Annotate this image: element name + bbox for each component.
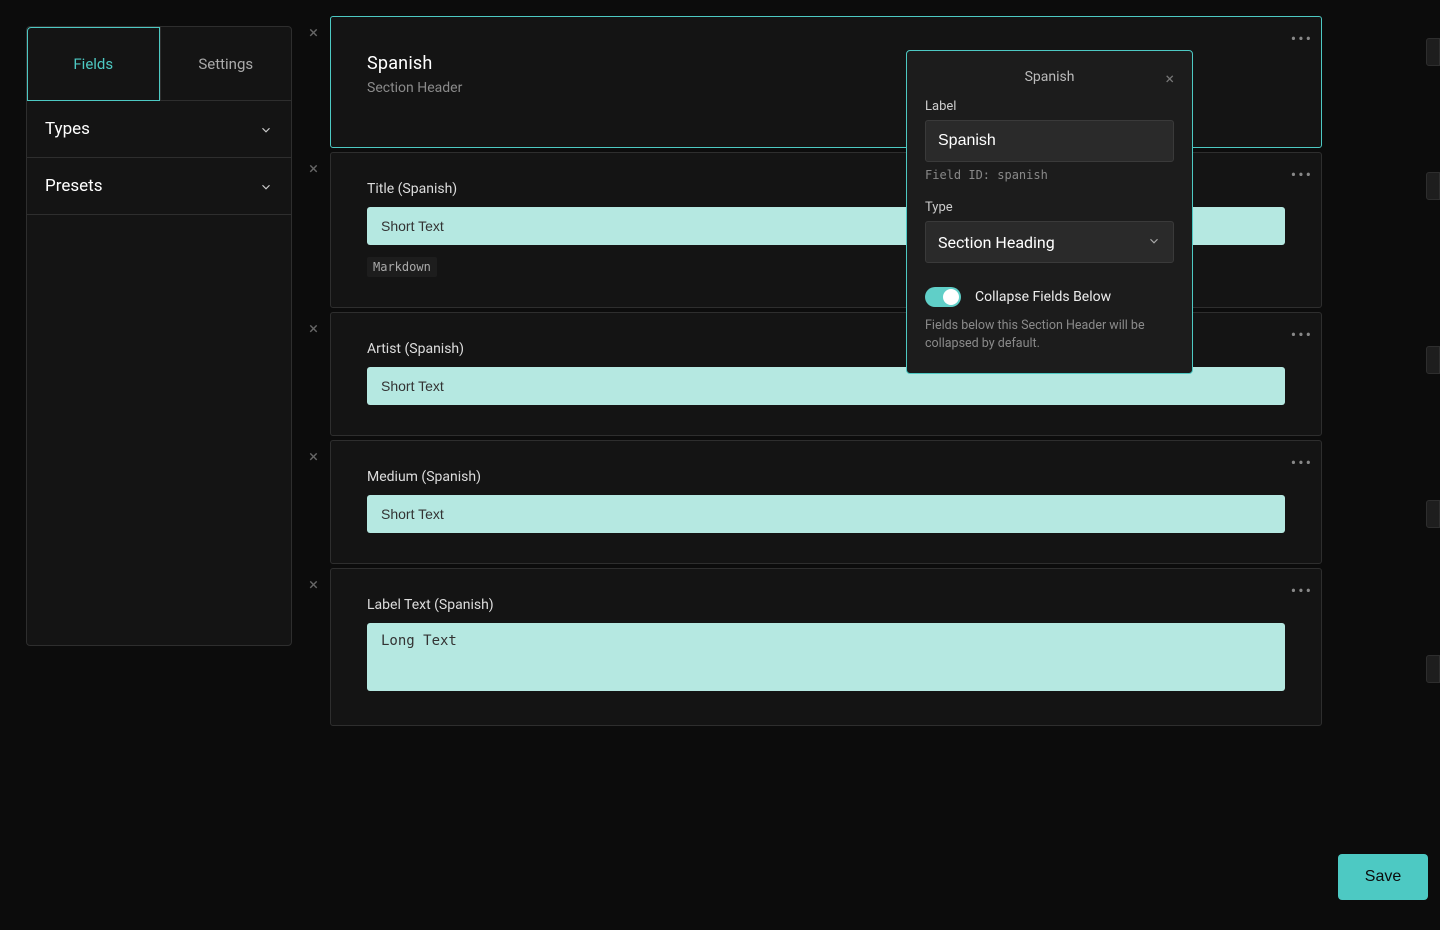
sidebar: Fields Settings Types Presets	[26, 26, 292, 646]
close-icon[interactable]: ×	[309, 449, 318, 466]
popover-label-label: Label	[925, 99, 1174, 114]
type-select-value: Section Heading	[938, 233, 1055, 252]
close-icon[interactable]: ×	[309, 577, 318, 594]
field-id-hint: Field ID: spanish	[925, 168, 1174, 182]
section-header-popover: Spanish × Label Field ID: spanish Type S…	[906, 50, 1193, 374]
collapse-toggle-label: Collapse Fields Below	[975, 289, 1111, 305]
popover-type-label: Type	[925, 200, 1174, 215]
popover-title-text: Spanish	[1025, 69, 1075, 85]
accordion-types[interactable]: Types	[27, 101, 291, 158]
chevron-down-icon	[259, 122, 273, 136]
markdown-badge: Markdown	[367, 257, 437, 277]
sidebar-tabs: Fields Settings	[27, 27, 291, 101]
collapse-toggle[interactable]	[925, 287, 961, 307]
tab-settings[interactable]: Settings	[160, 27, 292, 101]
short-text-input[interactable]	[367, 495, 1285, 533]
offscreen-card-stub	[1426, 655, 1440, 683]
more-icon[interactable]: •••	[1291, 455, 1313, 471]
long-text-input[interactable]	[367, 623, 1285, 691]
tab-fields[interactable]: Fields	[27, 27, 160, 101]
chevron-down-icon	[1147, 233, 1161, 252]
close-icon[interactable]: ×	[309, 25, 318, 42]
accordion-presets-label: Presets	[45, 176, 102, 196]
offscreen-card-stub	[1426, 346, 1440, 374]
more-icon[interactable]: •••	[1291, 583, 1313, 599]
close-icon[interactable]: ×	[309, 321, 318, 338]
label-input[interactable]	[925, 120, 1174, 162]
field-label: Label Text (Spanish)	[367, 597, 1285, 613]
accordion-types-label: Types	[45, 119, 90, 139]
offscreen-card-stub	[1426, 38, 1440, 66]
type-select[interactable]: Section Heading	[925, 221, 1174, 263]
close-icon[interactable]: ×	[309, 161, 318, 178]
more-icon[interactable]: •••	[1291, 31, 1313, 47]
save-button[interactable]: Save	[1338, 854, 1428, 900]
collapse-toggle-desc: Fields below this Section Header will be…	[925, 317, 1174, 353]
close-icon[interactable]: ×	[1165, 71, 1174, 87]
offscreen-card-stub	[1426, 172, 1440, 200]
offscreen-card-stub	[1426, 500, 1440, 528]
chevron-down-icon	[259, 179, 273, 193]
field-label: Medium (Spanish)	[367, 469, 1285, 485]
more-icon[interactable]: •••	[1291, 167, 1313, 183]
field-card-label-text-spanish[interactable]: × ••• Label Text (Spanish)	[330, 568, 1322, 726]
field-card-medium-spanish[interactable]: × ••• Medium (Spanish)	[330, 440, 1322, 564]
more-icon[interactable]: •••	[1291, 327, 1313, 343]
popover-title: Spanish ×	[925, 69, 1174, 85]
accordion-presets[interactable]: Presets	[27, 158, 291, 215]
